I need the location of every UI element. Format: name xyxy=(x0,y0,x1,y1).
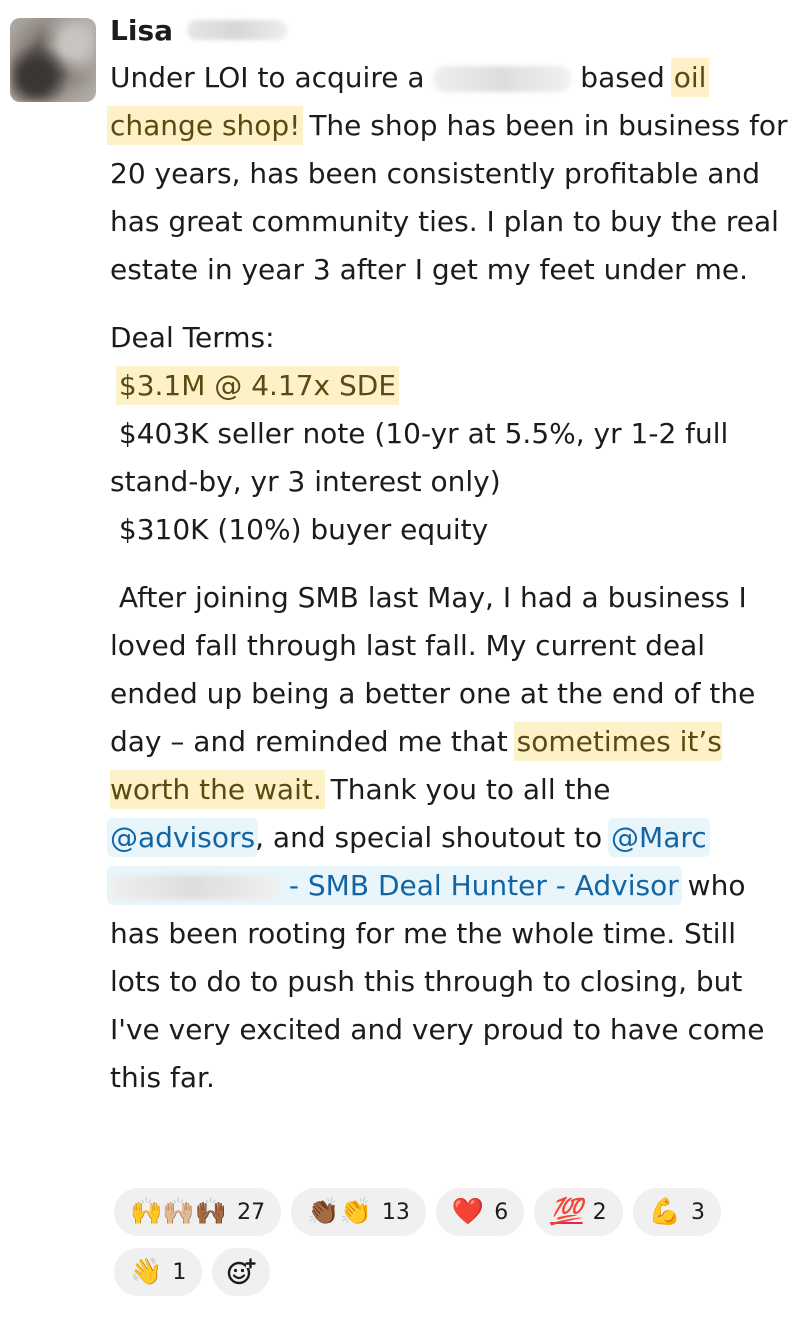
mention-marc[interactable]: @Marc xyxy=(611,821,707,854)
reaction-count: 1 xyxy=(172,1259,187,1285)
reaction-hundred[interactable]: 💯 2 xyxy=(534,1188,623,1236)
highlight-text: change shop! xyxy=(110,109,301,142)
deal-term-seller-note: $403K seller note (10-yr at 5.5%, yr 1-2… xyxy=(110,417,729,498)
hundred-icon: 💯 xyxy=(550,1197,583,1227)
heart-icon: ❤️ xyxy=(451,1197,485,1227)
clap-icon: 👏🏾👏 xyxy=(307,1197,372,1227)
deal-terms-label: Deal Terms: xyxy=(110,321,275,354)
deal-term-price: $3.1M @ 4.17x SDE xyxy=(118,369,397,402)
text-segment: who has been rooting for me the whole ti… xyxy=(110,869,765,1094)
reaction-count: 13 xyxy=(381,1199,410,1225)
add-emoji-icon xyxy=(228,1258,257,1285)
message-paragraph-1: Under LOI to acquire a based oil change s… xyxy=(110,54,790,294)
text-segment: Under LOI to acquire a xyxy=(110,61,434,94)
reaction-heart[interactable]: ❤️ 6 xyxy=(435,1188,525,1236)
reaction-wave[interactable]: 👋 1 xyxy=(114,1248,203,1296)
reactions-bar: 🙌🙌🏼🙌🏾 27 👏🏾👏 13 ❤️ 6 💯 2 💪 3 👋 1 xyxy=(114,1188,754,1296)
mention-title[interactable]: - SMB Deal Hunter - Advisor xyxy=(289,869,679,902)
muscle-icon: 💪 xyxy=(648,1197,681,1227)
deal-terms-block: Deal Terms: $3.1M @ 4.17x SDE $403K sell… xyxy=(110,314,790,554)
add-reaction-button[interactable] xyxy=(212,1248,271,1296)
redacted-surname xyxy=(187,20,287,40)
deal-term-equity: $310K (10%) buyer equity xyxy=(118,513,489,546)
raised-hands-icon: 🙌🙌🏼🙌🏾 xyxy=(130,1197,228,1227)
wave-icon: 👋 xyxy=(130,1257,163,1287)
redacted-location xyxy=(433,66,572,92)
text-segment: Thank you to all the xyxy=(321,773,611,806)
reaction-muscle[interactable]: 💪 3 xyxy=(632,1188,721,1236)
mention-marc-continued[interactable]: - SMB Deal Hunter - Advisor xyxy=(110,869,679,902)
message-paragraph-3: After joining SMB last May, I had a busi… xyxy=(110,574,790,1102)
reaction-count: 3 xyxy=(691,1199,705,1225)
mention-advisors[interactable]: @advisors xyxy=(110,821,256,854)
text-segment: based xyxy=(571,61,674,94)
reaction-count: 27 xyxy=(237,1199,266,1225)
highlight-text: oil xyxy=(673,61,707,94)
reaction-count: 2 xyxy=(592,1199,607,1225)
reaction-count: 6 xyxy=(494,1199,509,1225)
redacted-surname xyxy=(110,875,280,899)
message-body: Lisa Under LOI to acquire a based oil cha… xyxy=(110,6,790,1102)
reaction-raised-hands[interactable]: 🙌🙌🏼🙌🏾 27 xyxy=(114,1188,282,1236)
reaction-clap[interactable]: 👏🏾👏 13 xyxy=(291,1188,426,1236)
author-name[interactable]: Lisa xyxy=(110,14,173,47)
avatar[interactable] xyxy=(10,18,96,102)
text-segment: , and special shoutout to xyxy=(255,821,612,854)
